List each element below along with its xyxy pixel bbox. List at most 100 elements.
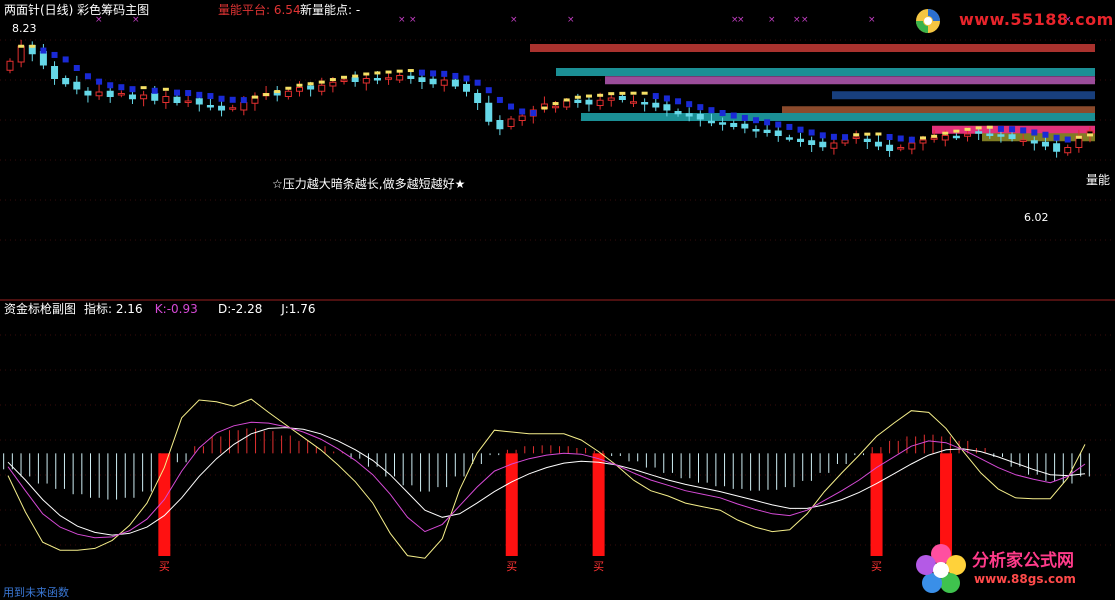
moving-average-mark	[552, 102, 559, 106]
top-marker: ×	[868, 15, 876, 25]
moving-average-mark	[107, 82, 114, 89]
moving-average-mark	[752, 117, 759, 124]
candle-body	[1019, 139, 1027, 142]
moving-average-mark	[452, 72, 459, 79]
moving-average-mark	[775, 121, 782, 128]
candle-body	[830, 142, 838, 149]
moving-average-mark	[630, 91, 637, 95]
candle-body	[741, 123, 749, 129]
moving-average-mark	[686, 101, 693, 108]
moving-average-mark	[719, 110, 726, 116]
volume-profile-bar	[832, 91, 1095, 100]
candle-body	[440, 79, 448, 86]
candle-body	[95, 91, 103, 97]
moving-average-mark	[430, 70, 437, 77]
candle-body	[774, 130, 782, 136]
moving-average-mark	[997, 125, 1004, 132]
candle-body	[385, 77, 393, 80]
candle-body	[128, 94, 136, 100]
moving-average-mark	[196, 91, 203, 98]
top-marker: ×	[510, 15, 518, 25]
moving-average-mark	[663, 95, 670, 102]
moving-average-mark	[485, 87, 492, 94]
moving-average-mark	[1031, 129, 1038, 136]
candle-body	[407, 75, 415, 79]
sub-readout-J: J:1.76	[280, 302, 315, 316]
candle-body	[607, 97, 615, 101]
moving-average-mark	[619, 91, 626, 95]
candle-body	[162, 96, 170, 103]
candle-body	[518, 115, 526, 121]
candle-body	[462, 84, 470, 92]
candle-body	[140, 94, 148, 100]
candle-body	[173, 96, 181, 103]
candle-body	[919, 139, 927, 144]
top-marker: ×	[737, 15, 745, 25]
buy-signal-bar	[870, 453, 883, 556]
moving-average-mark	[1075, 135, 1082, 139]
candle-body	[284, 90, 292, 97]
moving-average-mark	[819, 132, 826, 139]
candle-body	[318, 84, 326, 92]
moving-average-mark	[73, 65, 80, 71]
moving-average-mark	[964, 127, 971, 131]
buy-signal-label: 买	[159, 560, 170, 573]
candle-body	[1064, 147, 1072, 154]
moving-average-mark	[708, 107, 715, 114]
candle-body	[997, 134, 1005, 137]
moving-average-mark	[1042, 131, 1049, 138]
candle-body	[641, 102, 649, 105]
high-price-label: 8.23	[12, 22, 37, 35]
moving-average-mark	[29, 44, 36, 48]
moving-average-mark	[396, 69, 403, 73]
candle-body	[908, 142, 916, 150]
moving-average-mark	[652, 93, 659, 100]
swirl-logo-icon	[916, 9, 940, 33]
candle-body	[307, 85, 315, 90]
candle-body	[507, 118, 515, 127]
moving-average-mark	[875, 132, 882, 136]
moving-average-mark	[240, 97, 247, 104]
candle-body	[808, 140, 816, 145]
moving-average-mark	[919, 136, 926, 140]
moving-average-mark	[496, 96, 503, 103]
candle-body	[151, 93, 159, 101]
candle-body	[819, 141, 827, 148]
candle-body	[763, 129, 771, 133]
moving-average-mark	[218, 95, 225, 102]
top-marker: ×	[409, 15, 417, 25]
buy-signal-label: 买	[593, 560, 604, 573]
moving-average-mark	[385, 70, 392, 74]
moving-average-mark	[585, 94, 592, 98]
moving-average-mark	[574, 95, 581, 99]
moving-average-mark	[519, 108, 526, 115]
sub-readout-K: K:-0.93	[155, 302, 198, 316]
moving-average-mark	[853, 133, 860, 137]
moving-average-mark	[942, 131, 949, 135]
moving-average-mark	[808, 129, 815, 136]
pressure-annotation: ☆压力越大暗条越长,做多越短越好★	[272, 176, 465, 191]
moving-average-mark	[1064, 136, 1071, 143]
bottom-logo: 分析家公式网 www.88gs.com	[912, 540, 1112, 598]
main-chart-title: 两面针(日线) 彩色筹码主图	[4, 2, 149, 17]
moving-average-mark	[129, 86, 136, 93]
bottom-url-watermark: www.88gs.com	[974, 572, 1076, 586]
candle-body	[396, 75, 404, 81]
top-marker: ×	[801, 15, 809, 25]
moving-average-mark	[897, 135, 904, 142]
moving-average-mark	[508, 103, 515, 110]
candle-body	[652, 102, 660, 108]
candle-body	[240, 102, 248, 111]
moving-average-mark	[285, 86, 292, 90]
candle-body	[373, 78, 381, 81]
main-panel: × × × × × × ×× × × × × ×	[0, 15, 1115, 301]
sub-readout-指标: 指标: 2.16	[84, 301, 143, 316]
volume-profile-bar	[556, 68, 1095, 76]
candle-body	[663, 104, 671, 111]
candle-body	[897, 147, 905, 150]
candle-body	[975, 131, 983, 134]
buy-signal-bar	[505, 453, 518, 556]
candle-body	[106, 90, 114, 97]
moving-average-mark	[608, 92, 615, 96]
moving-average-mark	[363, 72, 370, 76]
